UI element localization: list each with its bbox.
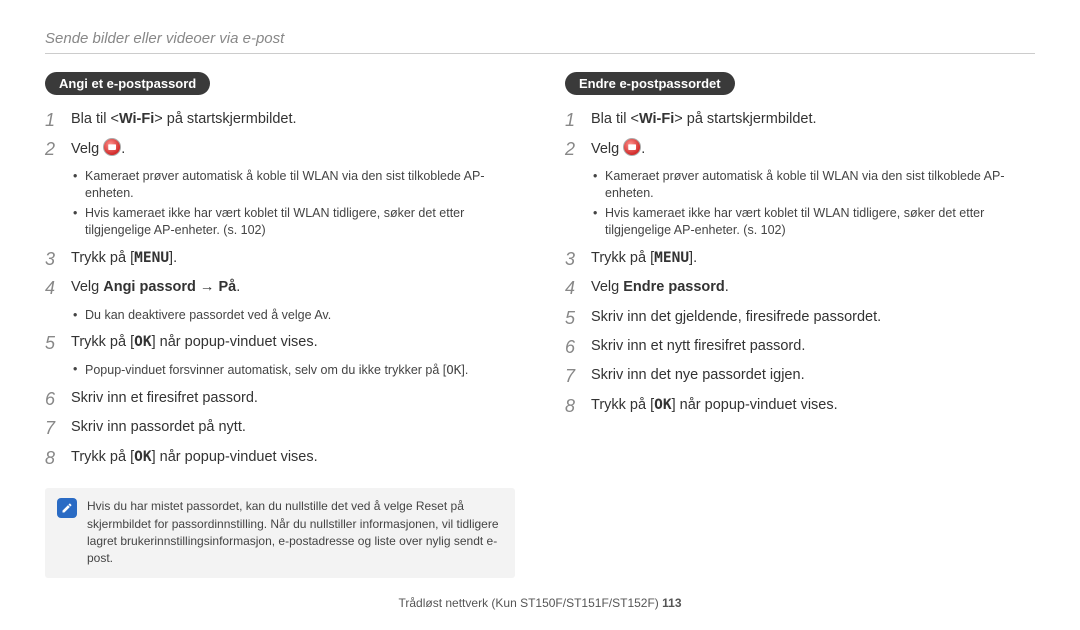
- ok-key-icon: OK: [134, 449, 151, 465]
- step-7-left: 7 Skriv inn passordet på nytt.: [45, 417, 515, 440]
- ok-key-icon: OK: [654, 397, 671, 413]
- step-3-left: 3 Trykk på [MENU].: [45, 248, 515, 271]
- bullet: Kameraet prøver automatisk å koble til W…: [73, 168, 515, 203]
- step-5-right: 5 Skriv inn det gjeldende, firesifrede p…: [565, 307, 1035, 330]
- footer-text: Trådløst nettverk (Kun ST150F/ST151F/ST1…: [398, 596, 662, 610]
- menu-key-icon: MENU: [134, 250, 169, 266]
- step-2-right-notes: Kameraet prøver automatisk å koble til W…: [593, 168, 1035, 240]
- step-number: 8: [565, 395, 591, 418]
- step-2-left: 2 Velg .: [45, 138, 515, 161]
- step-text: Skriv inn et nytt firesifret passord.: [591, 336, 1035, 359]
- step-text: Bla til <Wi-Fi> på startskjermbildet.: [591, 109, 1035, 132]
- step-4-left: 4 Velg Angi passord → På.: [45, 277, 515, 300]
- step-text: Skriv inn et firesifret passord.: [71, 388, 515, 411]
- content-columns: Angi et e-postpassord 1 Bla til <Wi-Fi> …: [45, 72, 1035, 578]
- step-number: 4: [565, 277, 591, 300]
- step-number: 1: [565, 109, 591, 132]
- page-footer: Trådløst nettverk (Kun ST150F/ST151F/ST1…: [0, 596, 1080, 610]
- step-2-right: 2 Velg .: [565, 138, 1035, 161]
- step-4-left-notes: Du kan deaktivere passordet ved å velge …: [73, 307, 515, 325]
- step-text: Trykk på [OK] når popup-vinduet vises.: [71, 447, 515, 470]
- step-text: Skriv inn det gjeldende, firesifrede pas…: [591, 307, 1035, 330]
- ok-key-icon: OK: [446, 362, 461, 377]
- ok-key-icon: OK: [134, 334, 151, 350]
- page-header: Sende bilder eller videoer via e-post: [45, 30, 1035, 47]
- column-right: Endre e-postpassordet 1 Bla til <Wi-Fi> …: [565, 72, 1035, 578]
- step-text: Velg Angi passord → På.: [71, 277, 515, 300]
- bullet: Hvis kameraet ikke har vært koblet til W…: [73, 205, 515, 240]
- step-6-right: 6 Skriv inn et nytt firesifret passord.: [565, 336, 1035, 359]
- step-6-left: 6 Skriv inn et firesifret passord.: [45, 388, 515, 411]
- section-pill-right: Endre e-postpassordet: [565, 72, 735, 95]
- step-5-left-notes: Popup-vinduet forsvinner automatisk, sel…: [73, 361, 515, 380]
- step-text: Trykk på [OK] når popup-vinduet vises.: [71, 332, 515, 355]
- column-left: Angi et e-postpassord 1 Bla til <Wi-Fi> …: [45, 72, 515, 578]
- section-pill-left: Angi et e-postpassord: [45, 72, 210, 95]
- step-number: 1: [45, 109, 71, 132]
- note-icon: [57, 498, 77, 518]
- bullet: Du kan deaktivere passordet ved å velge …: [73, 307, 515, 325]
- step-text: Trykk på [MENU].: [591, 248, 1035, 271]
- bullet: Popup-vinduet forsvinner automatisk, sel…: [73, 361, 515, 380]
- header-rule: [45, 53, 1035, 54]
- step-number: 6: [565, 336, 591, 359]
- page-number: 113: [662, 596, 681, 610]
- step-number: 8: [45, 447, 71, 470]
- step-1-left: 1 Bla til <Wi-Fi> på startskjermbildet.: [45, 109, 515, 132]
- step-3-right: 3 Trykk på [MENU].: [565, 248, 1035, 271]
- note-text: Hvis du har mistet passordet, kan du nul…: [87, 498, 503, 568]
- step-8-left: 8 Trykk på [OK] når popup-vinduet vises.: [45, 447, 515, 470]
- step-number: 2: [565, 138, 591, 161]
- step-7-right: 7 Skriv inn det nye passordet igjen.: [565, 365, 1035, 388]
- step-number: 3: [565, 248, 591, 271]
- menu-key-icon: MENU: [654, 250, 689, 266]
- note-box: Hvis du har mistet passordet, kan du nul…: [45, 488, 515, 578]
- step-1-right: 1 Bla til <Wi-Fi> på startskjermbildet.: [565, 109, 1035, 132]
- bullet: Kameraet prøver automatisk å koble til W…: [593, 168, 1035, 203]
- step-text: Skriv inn passordet på nytt.: [71, 417, 515, 440]
- step-number: 6: [45, 388, 71, 411]
- step-text: Velg .: [591, 138, 1035, 161]
- step-number: 7: [45, 417, 71, 440]
- email-icon: [623, 138, 641, 156]
- step-text: Skriv inn det nye passordet igjen.: [591, 365, 1035, 388]
- step-number: 4: [45, 277, 71, 300]
- step-text: Bla til <Wi-Fi> på startskjermbildet.: [71, 109, 515, 132]
- step-4-right: 4 Velg Endre passord.: [565, 277, 1035, 300]
- step-text: Trykk på [OK] når popup-vinduet vises.: [591, 395, 1035, 418]
- step-text: Trykk på [MENU].: [71, 248, 515, 271]
- step-text: Velg .: [71, 138, 515, 161]
- step-number: 3: [45, 248, 71, 271]
- step-number: 5: [565, 307, 591, 330]
- email-icon: [103, 138, 121, 156]
- step-8-right: 8 Trykk på [OK] når popup-vinduet vises.: [565, 395, 1035, 418]
- step-2-left-notes: Kameraet prøver automatisk å koble til W…: [73, 168, 515, 240]
- step-text: Velg Endre passord.: [591, 277, 1035, 300]
- bullet: Hvis kameraet ikke har vært koblet til W…: [593, 205, 1035, 240]
- step-number: 5: [45, 332, 71, 355]
- step-number: 7: [565, 365, 591, 388]
- step-5-left: 5 Trykk på [OK] når popup-vinduet vises.: [45, 332, 515, 355]
- step-number: 2: [45, 138, 71, 161]
